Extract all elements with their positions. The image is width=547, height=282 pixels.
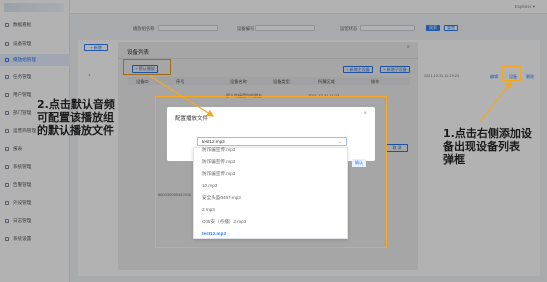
arrow-to-device-link [479,81,512,123]
arrow-to-audio-dialog [149,75,215,117]
annotation-device-list: 1.点击右侧添加设 备出现设备列表 弹框 [443,127,532,166]
annotation-default-audio: 2.点击默认音频 可配置该播放组 的默认播放文件 [37,98,115,137]
